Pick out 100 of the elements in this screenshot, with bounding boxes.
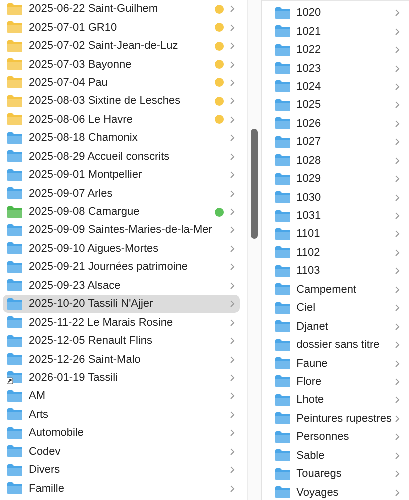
folder-row[interactable]: 2025-08-06 Le Havre — [3, 110, 240, 130]
chevron-icon — [395, 175, 400, 184]
folder-row[interactable]: Touaregs — [270, 464, 405, 484]
folder-row[interactable]: 2025-07-04 Pau — [3, 74, 240, 92]
folder-row[interactable]: 1101 — [270, 225, 405, 244]
chevron-icon — [230, 300, 235, 308]
chevron-icon — [230, 410, 235, 419]
chevron-icon — [230, 60, 235, 69]
folder-row[interactable]: 2025-09-07 Arles — [3, 184, 240, 203]
folder-row[interactable]: Peintures rupestres — [270, 410, 405, 428]
chevron-icon — [395, 360, 400, 368]
folder-name: 1024 — [296, 80, 322, 93]
folder-name: 2025-09-09 Saintes-Maries-de-la-Mer — [29, 224, 214, 236]
chevron-icon — [230, 134, 235, 142]
folder-name: 1025 — [296, 99, 322, 112]
chevron-icon — [395, 267, 400, 276]
folder-name: 2025-07-04 Pau — [29, 76, 109, 89]
chevron-icon — [230, 356, 235, 364]
folder-name: 1026 — [296, 118, 322, 130]
folder-row[interactable]: Divers — [3, 460, 240, 480]
folder-row[interactable]: Personnes — [270, 428, 405, 446]
chevron-icon — [230, 318, 235, 327]
folder-row[interactable]: 2025-12-05 Renault Flins — [3, 332, 240, 350]
folder-name: 1023 — [296, 62, 322, 75]
folder-row[interactable]: Sable — [270, 446, 405, 465]
folder-row[interactable]: 2025-09-23 Alsace — [3, 276, 240, 295]
chevron-icon — [230, 152, 235, 161]
folder-row[interactable]: Arts — [3, 406, 240, 424]
folder-row[interactable]: 1026 — [270, 114, 405, 134]
folder-name: 1028 — [296, 154, 322, 167]
folder-name: 1103 — [296, 265, 322, 278]
folder-row[interactable]: 2025-07-03 Bayonne — [3, 55, 240, 74]
scrollbar-thumb[interactable] — [250, 129, 258, 239]
folder-row[interactable]: Codev — [3, 442, 240, 461]
folder-row[interactable]: 2025-09-21 Journées patrimoine — [3, 258, 240, 277]
folder-row[interactable]: 1024 — [270, 78, 405, 96]
folder-row[interactable]: 2025-08-03 Sixtine de Lesches — [3, 92, 240, 111]
folder-name: Faune — [296, 358, 329, 370]
chevron-icon — [230, 208, 235, 216]
folder-row[interactable]: Voyages — [270, 483, 405, 500]
chevron-icon — [395, 138, 400, 146]
folder-row[interactable]: 2025-09-10 Aigues-Mortes — [3, 240, 240, 258]
folder-row[interactable]: 1102 — [270, 244, 405, 262]
folder-row[interactable]: Lhote — [270, 391, 405, 410]
folder-row[interactable]: 2025-09-08 Camargue — [3, 202, 240, 222]
folder-row[interactable]: 1020 — [270, 4, 405, 22]
folder-row[interactable]: 2026-01-19 Tassili — [3, 368, 240, 388]
folder-name: 2025-07-01 GR10 — [29, 22, 118, 34]
folder-row[interactable]: dossier sans titre — [270, 336, 405, 354]
folder-row[interactable]: 1025 — [270, 96, 405, 115]
folder-row[interactable]: 2025-09-09 Saintes-Maries-de-la-Mer — [3, 221, 240, 240]
folder-name: 2025-09-08 Camargue — [29, 206, 141, 218]
chevron-icon — [395, 82, 400, 91]
chevron-icon — [230, 374, 235, 382]
folder-row[interactable]: Flore — [270, 372, 405, 392]
chevron-icon — [395, 414, 400, 423]
folder-row[interactable]: 2025-07-02 Saint-Jean-de-Luz — [3, 36, 240, 56]
folder-row[interactable]: 1103 — [270, 262, 405, 281]
folder-name: 2025-11-22 Le Marais Rosine — [29, 316, 174, 329]
chevron-icon — [230, 171, 235, 180]
chevron-icon — [395, 156, 400, 165]
chevron-icon — [395, 28, 400, 36]
folder-row[interactable]: Famille — [3, 479, 240, 498]
scrollbar[interactable] — [246, 0, 261, 500]
chevron-icon — [395, 64, 400, 73]
folder-row[interactable]: 1031 — [270, 206, 405, 226]
folder-row[interactable]: 2025-08-18 Chamonix — [3, 129, 240, 148]
folder-row[interactable]: AM — [3, 387, 240, 406]
folder-row[interactable]: 1021 — [270, 22, 405, 41]
folder-row[interactable]: Automobile — [3, 424, 240, 442]
folder-row[interactable]: 1028 — [270, 152, 405, 170]
folder-name: Divers — [29, 464, 62, 476]
folder-row[interactable]: 2025-07-01 GR10 — [3, 18, 240, 37]
folder-row[interactable]: 2025-06-22 Saint-Guilhem — [3, 0, 240, 18]
folder-row[interactable]: 1022 — [270, 40, 405, 60]
folder-name: 1102 — [296, 246, 322, 259]
folder-name: 1027 — [296, 136, 322, 148]
chevron-icon — [230, 263, 235, 272]
chevron-icon — [395, 488, 400, 497]
chevron-icon — [230, 116, 235, 124]
folder-name: 2025-08-06 Le Havre — [29, 114, 134, 126]
folder-row[interactable]: 2025-08-29 Accueil conscrits — [3, 148, 240, 166]
chevron-icon — [230, 337, 235, 346]
chevron-icon — [395, 248, 400, 257]
folder-row[interactable]: 2025-09-01 Montpellier — [3, 166, 240, 184]
chevron-icon — [395, 452, 400, 460]
folder-row[interactable]: 1027 — [270, 133, 405, 152]
folder-row[interactable]: 1030 — [270, 188, 405, 207]
folder-row[interactable]: 2025-10-20 Tassili N'Ajjer — [3, 295, 240, 314]
folder-row[interactable]: 2025-11-22 Le Marais Rosine — [3, 313, 240, 332]
folder-row[interactable]: 2025-12-26 Saint-Malo — [3, 350, 240, 369]
chevron-icon — [395, 433, 400, 442]
chevron-icon — [230, 448, 235, 456]
folder-row[interactable]: Faune — [270, 354, 405, 373]
folder-row[interactable]: Campement — [270, 280, 405, 299]
folder-row[interactable]: Ciel — [270, 299, 405, 318]
folder-row[interactable]: Djanet — [270, 317, 405, 336]
folder-row[interactable]: 1029 — [270, 170, 405, 188]
folder-row[interactable]: 1023 — [270, 59, 405, 78]
chevron-icon — [395, 212, 400, 220]
